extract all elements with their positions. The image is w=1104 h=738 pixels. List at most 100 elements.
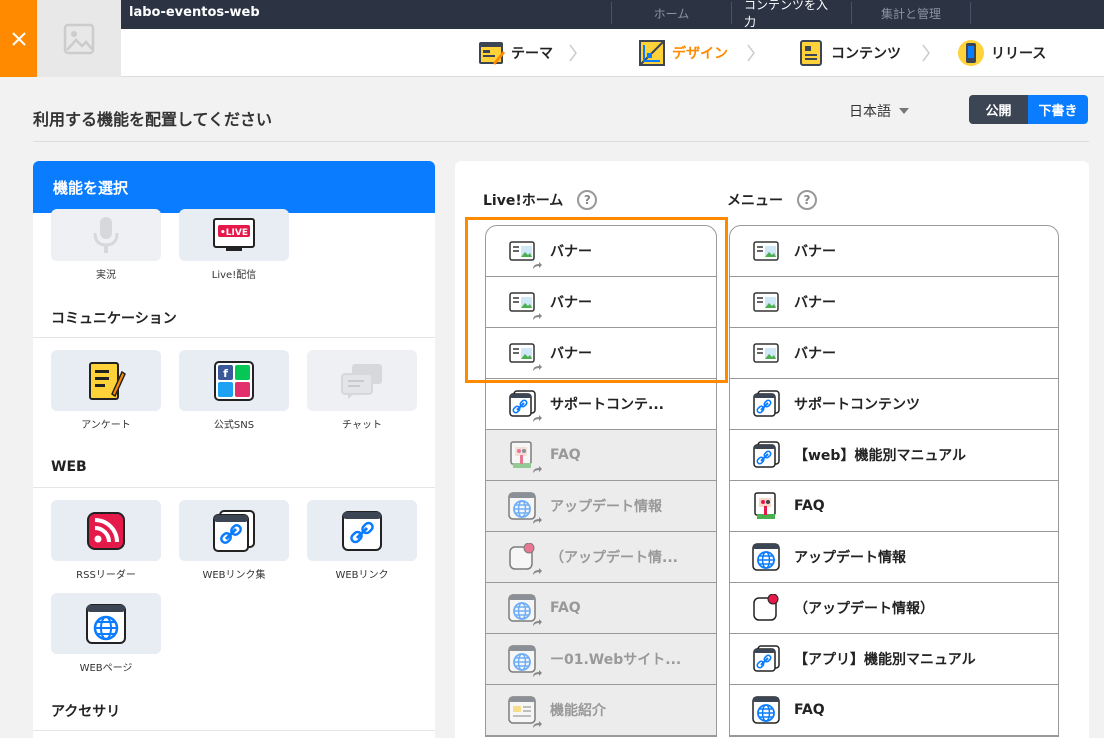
live-home-row-label: ー01.Webサイト... — [550, 652, 682, 668]
web-page-icon — [86, 603, 126, 644]
menu-row[interactable]: アップデート情報 — [730, 532, 1058, 583]
live-home-row[interactable]: ー01.Webサイト... — [486, 634, 716, 685]
banner-icon — [752, 237, 780, 265]
draft-button[interactable]: 下書き — [1028, 95, 1088, 124]
menu-row-label: アップデート情報 — [794, 550, 906, 566]
close-icon — [11, 31, 26, 46]
live-home-row-label: FAQ — [550, 447, 581, 463]
publish-toggle: 公開 下書き — [969, 95, 1088, 124]
language-label: 日本語 — [849, 104, 891, 120]
publish-button[interactable]: 公開 — [969, 95, 1028, 124]
banner-icon — [508, 237, 536, 265]
link-collection-icon — [213, 509, 255, 552]
top-nav-home[interactable]: ホーム — [611, 2, 731, 24]
live-home-row[interactable]: FAQ — [486, 583, 716, 634]
step-content[interactable]: コンテンツ — [797, 38, 901, 68]
tile-web-page[interactable] — [51, 593, 161, 654]
menu-row[interactable]: FAQ — [730, 481, 1058, 532]
live-home-row[interactable]: バナー — [486, 277, 716, 328]
menu-row[interactable]: 【アプリ】機能別マニュアル — [730, 634, 1058, 685]
menu-row[interactable]: （アップデート情報） — [730, 583, 1058, 634]
share-arrow-icon — [533, 364, 542, 371]
live-home-row[interactable]: バナー — [486, 328, 716, 379]
caret-down-icon — [899, 108, 909, 114]
divider — [33, 141, 1089, 142]
step-release[interactable]: リリース — [957, 38, 1046, 68]
tile-commentary-label: 実況 — [96, 270, 116, 281]
link-icon — [752, 441, 780, 469]
help-icon[interactable]: ? — [577, 190, 598, 210]
menu-row[interactable]: バナー — [730, 226, 1058, 277]
top-nav: ホーム コンテンツを入力 集計と管理 — [611, 0, 971, 29]
banner-icon — [752, 339, 780, 367]
release-phone-icon — [958, 40, 984, 66]
step-theme[interactable]: テーマ — [477, 38, 553, 68]
theme-icon — [479, 42, 505, 65]
banner-icon — [508, 288, 536, 316]
menu-row-label: バナー — [794, 244, 836, 260]
chevron-right-icon — [569, 44, 577, 62]
menu-row-label: （アップデート情報） — [794, 601, 934, 617]
share-arrow-icon — [533, 568, 542, 575]
live-home-row-label: バナー — [550, 295, 592, 311]
menu-row[interactable]: FAQ — [730, 685, 1058, 736]
share-arrow-icon — [533, 721, 542, 728]
link-icon — [752, 390, 780, 418]
language-select[interactable]: 日本語 — [849, 101, 909, 121]
live-home-row[interactable]: 機能紹介 — [486, 685, 716, 736]
app-thumbnail — [37, 0, 121, 77]
live-home-row[interactable]: サポートコンテ... — [486, 379, 716, 430]
link-icon — [508, 390, 536, 418]
survey-icon — [89, 361, 126, 400]
menu-row[interactable]: バナー — [730, 277, 1058, 328]
help-icon[interactable]: ? — [797, 190, 817, 210]
chevron-right-icon — [747, 44, 755, 62]
menu-row[interactable]: サポートコンテンツ — [730, 379, 1058, 430]
tile-chat[interactable] — [307, 350, 417, 411]
content-doc-icon — [800, 40, 822, 66]
tile-commentary[interactable] — [51, 209, 161, 261]
live-home-row-label: バナー — [550, 346, 592, 362]
share-arrow-icon — [533, 313, 542, 320]
palette-title: 機能を選択 — [33, 161, 435, 213]
globe-icon — [508, 594, 536, 622]
globe-icon — [752, 696, 780, 724]
section-divider — [33, 730, 435, 731]
tile-link-collection-label: WEBリンク集 — [202, 570, 266, 581]
top-nav-content-input[interactable]: コンテンツを入力 — [731, 0, 851, 29]
step-design[interactable]: デザイン — [638, 38, 728, 68]
notice-icon — [508, 543, 536, 571]
microphone-icon — [93, 217, 119, 253]
share-arrow-icon — [533, 466, 542, 473]
close-button[interactable] — [0, 0, 37, 77]
tile-rss-label: RSSリーダー — [76, 570, 136, 581]
tile-sns[interactable]: f — [179, 350, 289, 411]
step-nav: テーマ デザイン コンテンツ リリース — [121, 29, 1104, 77]
live-home-row[interactable]: バナー — [486, 226, 716, 277]
menu-row[interactable]: 【web】機能別マニュアル — [730, 430, 1058, 481]
web-link-icon — [342, 510, 382, 551]
page-title: 利用する機能を配置してください — [33, 110, 273, 129]
live-home-row[interactable]: アップデート情報 — [486, 481, 716, 532]
menu-row-label: バナー — [794, 295, 836, 311]
menu-row-label: 【web】機能別マニュアル — [794, 448, 967, 464]
menu-row-label: サポートコンテンツ — [794, 397, 920, 413]
svg-text:•LIVE: •LIVE — [220, 228, 248, 238]
live-home-row[interactable]: FAQ — [486, 430, 716, 481]
live-home-row-label: FAQ — [550, 600, 581, 616]
menu-list: バナー バナー バナー サポートコンテンツ 【web】機能別マニュアル FAQ アップデート… — [729, 225, 1059, 737]
link-icon — [752, 645, 780, 673]
live-home-row[interactable]: （アップデート情... — [486, 532, 716, 583]
section-title-accessory: アクセサリ — [51, 704, 121, 720]
menu-row[interactable]: バナー — [730, 328, 1058, 379]
tile-web-page-label: WEBページ — [79, 663, 133, 674]
tile-survey[interactable] — [51, 350, 161, 411]
tile-live[interactable]: •LIVE — [179, 209, 289, 261]
tile-rss[interactable] — [51, 500, 161, 561]
top-nav-stats[interactable]: 集計と管理 — [851, 2, 971, 24]
tile-web-link[interactable] — [307, 500, 417, 561]
live-home-row-label: バナー — [550, 244, 592, 260]
globe-icon — [508, 645, 536, 673]
tile-link-collection[interactable] — [179, 500, 289, 561]
tile-survey-label: アンケート — [81, 420, 131, 431]
